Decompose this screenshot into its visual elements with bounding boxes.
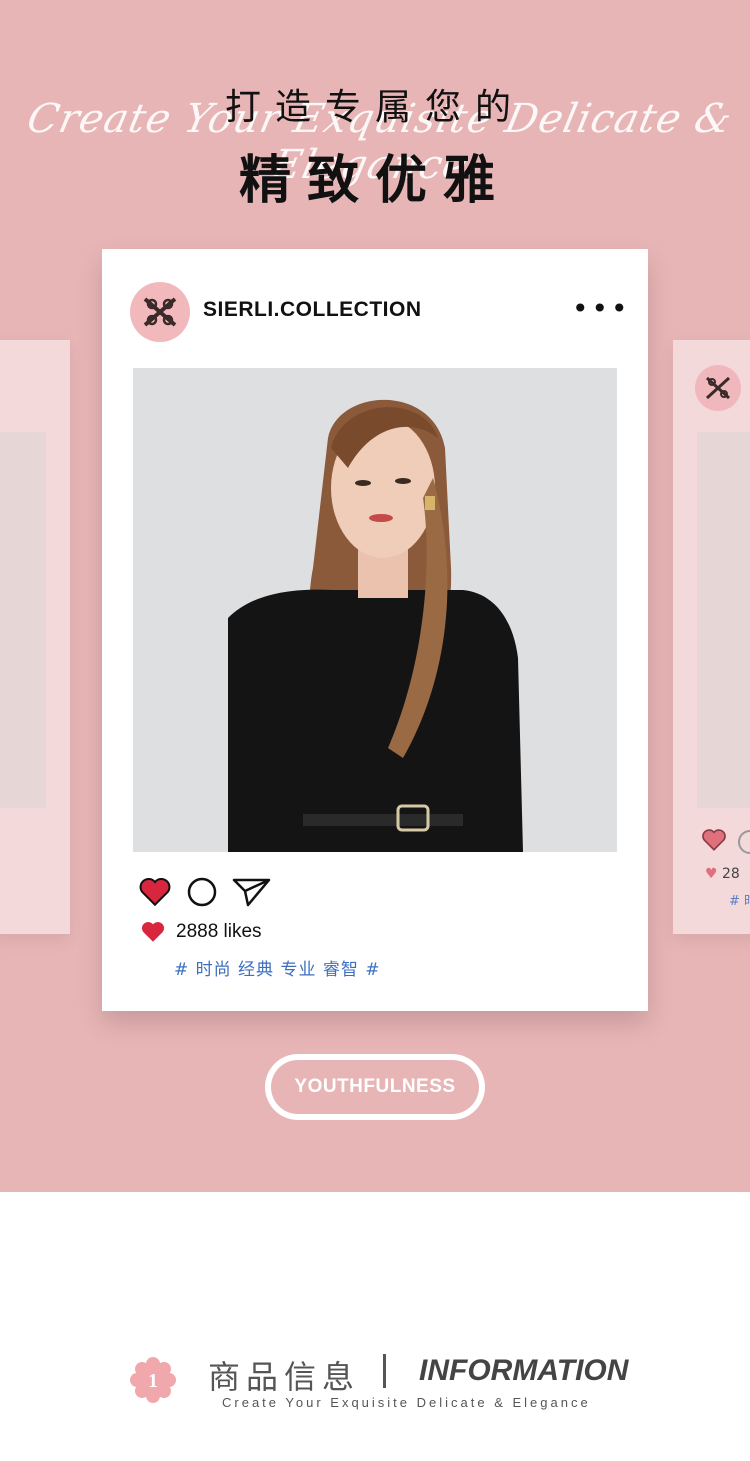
section-title-en: INFORMATION <box>419 1354 629 1387</box>
share-icon[interactable] <box>232 876 272 908</box>
side-post-image <box>0 432 46 808</box>
section-title-cn: 商品信息 <box>208 1358 361 1396</box>
hero-title-line2: 精致优雅 <box>238 151 511 211</box>
likes-row: 2888 likes <box>140 920 262 944</box>
side-post-card-right[interactable]: ♥ 28 # 时 <box>673 340 750 934</box>
comment-icon[interactable] <box>738 830 750 854</box>
hero-banner: Create Your Exquisite Delicate & Eleganc… <box>0 0 750 1192</box>
heart-icon <box>141 922 165 942</box>
youthfulness-badge[interactable]: YOUTHFULNESS <box>265 1054 485 1120</box>
heart-icon[interactable] <box>138 876 172 908</box>
account-handle[interactable]: SIERLI.COLLECTION <box>203 298 422 322</box>
likes-count[interactable]: 2888 likes <box>176 921 262 943</box>
heart-icon: ♥ <box>705 866 718 882</box>
hashtags[interactable]: # 时尚 经典 专业 睿智 # <box>174 955 381 980</box>
section-subtitle: Create Your Exquisite Delicate & Eleganc… <box>222 1395 591 1410</box>
hero-title-line1: 打造专属您的 <box>224 87 525 128</box>
badge-label: YOUTHFULNESS <box>271 1060 479 1114</box>
comment-icon[interactable] <box>186 876 218 908</box>
side-post-card-left[interactable] <box>0 340 70 934</box>
section-divider <box>383 1354 386 1388</box>
post-photo[interactable] <box>133 368 617 852</box>
flower-number-icon: 1 <box>130 1357 176 1403</box>
brand-logo-icon[interactable] <box>130 282 190 342</box>
post-actions <box>138 876 272 908</box>
section-number: 1 <box>148 1370 158 1392</box>
post-card: SIERLI.COLLECTION ••• 2888 likes # 时尚 经典… <box>102 249 648 1011</box>
side-post-likes: ♥ 28 <box>705 866 740 882</box>
info-section-header: 1 商品信息 INFORMATION Create Your Exquisite… <box>0 1340 750 1430</box>
side-post-tags: # 时 <box>729 894 750 909</box>
heart-icon[interactable] <box>701 828 727 852</box>
brand-logo-icon <box>695 365 741 411</box>
side-post-image <box>697 432 750 808</box>
side-likes-text: 28 <box>722 866 740 882</box>
more-icon[interactable]: ••• <box>572 292 631 325</box>
